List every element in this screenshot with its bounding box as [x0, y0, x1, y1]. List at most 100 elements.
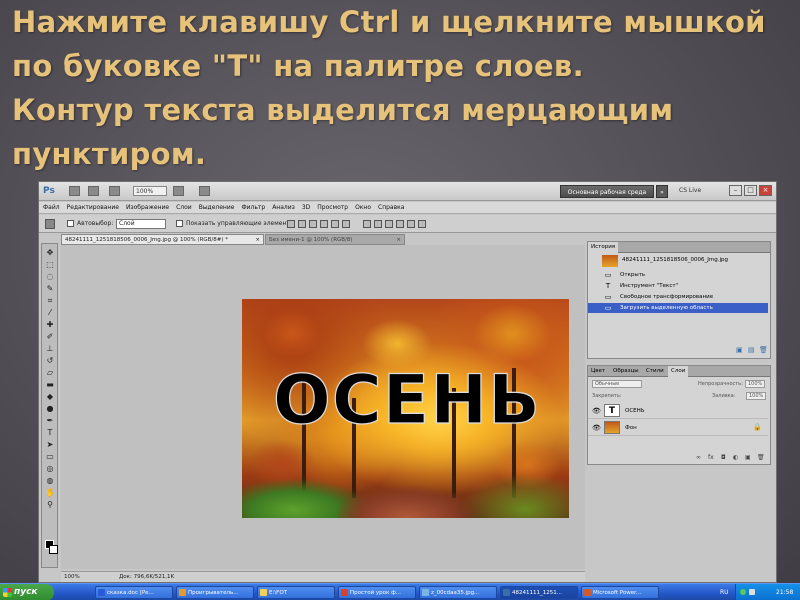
menu-analysis[interactable]: Анализ	[272, 204, 295, 211]
type-tool-icon[interactable]: T	[45, 428, 55, 437]
language-indicator[interactable]: RU	[720, 584, 729, 600]
blend-mode-select[interactable]: Обычные	[592, 380, 642, 388]
start-button[interactable]: пуск	[0, 584, 54, 600]
network-icon[interactable]	[740, 589, 746, 595]
tab-layers[interactable]: Слои	[668, 366, 689, 377]
zoom-select[interactable]: 100%	[133, 186, 167, 196]
autoselect-select[interactable]: Слой	[116, 219, 166, 229]
hand-tool-icon[interactable]: ✋	[45, 488, 55, 497]
layer-mask-icon[interactable]: ◘	[721, 454, 726, 461]
eyedropper-tool-icon[interactable]: ⁄	[45, 308, 55, 317]
dodge-tool-icon[interactable]: ●	[45, 404, 55, 413]
blur-tool-icon[interactable]: ◆	[45, 392, 55, 401]
history-snapshot[interactable]: 48241111_1251818506_0006_Jmg.jpg	[588, 254, 768, 268]
maximize-icon[interactable]: □	[744, 185, 757, 196]
arrange-documents-icon[interactable]	[173, 186, 184, 196]
menu-select[interactable]: Выделение	[199, 204, 235, 211]
tab-swatches[interactable]: Образцы	[610, 366, 642, 377]
history-brush-tool-icon[interactable]: ↺	[45, 356, 55, 365]
tab-styles[interactable]: Стили	[643, 366, 667, 377]
distribute-hcenter-icon[interactable]	[407, 220, 415, 228]
mini-bridge-icon[interactable]	[88, 186, 99, 196]
eye-icon[interactable]: 👁	[592, 407, 601, 415]
healing-brush-tool-icon[interactable]: ✚	[45, 320, 55, 329]
menu-help[interactable]: Справка	[378, 204, 404, 211]
3d-orbit-tool-icon[interactable]: ◍	[45, 476, 55, 485]
cs-live-button[interactable]: CS Live	[679, 187, 701, 194]
history-item[interactable]: T Инструмент "Текст"	[588, 281, 768, 291]
path-select-tool-icon[interactable]: ➤	[45, 440, 55, 449]
menu-3d[interactable]: 3D	[302, 204, 310, 211]
align-bottom-icon[interactable]	[309, 220, 317, 228]
marquee-tool-icon[interactable]: ⬚	[45, 260, 55, 269]
tab-document-active[interactable]: 48241111_1251818506_0006_Jmg.jpg @ 100% …	[61, 234, 264, 245]
menu-image[interactable]: Изображение	[126, 204, 169, 211]
layer-style-icon[interactable]: fx	[708, 454, 714, 461]
history-item[interactable]: ▭ Открыть	[588, 270, 768, 280]
align-top-icon[interactable]	[287, 220, 295, 228]
taskbar-item[interactable]: Проигрыватель...	[176, 586, 254, 599]
align-right-icon[interactable]	[342, 220, 350, 228]
clone-stamp-tool-icon[interactable]: ⊥	[45, 344, 55, 353]
menu-layers[interactable]: Слои	[176, 204, 192, 211]
adjustment-layer-icon[interactable]: ◐	[733, 454, 738, 461]
autoselect-checkbox[interactable]	[67, 220, 74, 227]
align-hcenter-icon[interactable]	[331, 220, 339, 228]
taskbar-item-active[interactable]: 48241111_1251...	[500, 586, 578, 599]
eraser-tool-icon[interactable]: ▱	[45, 368, 55, 377]
background-color-swatch[interactable]	[49, 545, 58, 554]
layer-row-text[interactable]: 👁 T ОСЕНЬ	[588, 403, 768, 419]
menu-view[interactable]: Просмотр	[317, 204, 348, 211]
quick-select-tool-icon[interactable]: ✎	[45, 284, 55, 293]
bridge-icon[interactable]	[69, 186, 80, 196]
align-vcenter-icon[interactable]	[298, 220, 306, 228]
trash-icon[interactable]: 🗑	[759, 346, 768, 354]
tab-color[interactable]: Цвет	[588, 366, 608, 377]
fill-field[interactable]: 100%	[746, 392, 766, 400]
volume-icon[interactable]	[749, 589, 755, 595]
zoom-tool-icon[interactable]: ⚲	[45, 500, 55, 509]
taskbar-item[interactable]: E:\FOT	[257, 586, 335, 599]
screen-mode-icon[interactable]	[199, 186, 210, 196]
close-icon[interactable]: ×	[759, 185, 772, 196]
crop-tool-icon[interactable]: ⌗	[45, 296, 55, 305]
menu-edit[interactable]: Редактирование	[67, 204, 119, 211]
opacity-field[interactable]: 100%	[745, 380, 765, 388]
menu-filter[interactable]: Фильтр	[241, 204, 265, 211]
trash-icon[interactable]: 🗑	[757, 454, 765, 461]
taskbar-item[interactable]: Microsoft Power...	[581, 586, 659, 599]
history-item-selected[interactable]: ▭ Загрузить выделенную область	[588, 303, 768, 313]
workspace-button[interactable]: Основная рабочая среда	[560, 185, 654, 198]
move-tool-icon[interactable]: ✥	[45, 248, 55, 257]
tab-document-inactive[interactable]: Без имени-1 @ 100% (RGB/8) ×	[265, 234, 405, 245]
tab-history[interactable]: История	[588, 242, 619, 253]
menu-window[interactable]: Окно	[355, 204, 371, 211]
move-tool-preset-icon[interactable]	[45, 219, 55, 229]
taskbar-item[interactable]: z_00cdaa35.jpg...	[419, 586, 497, 599]
distribute-left-icon[interactable]	[396, 220, 404, 228]
eye-icon[interactable]: 👁	[592, 424, 601, 432]
workspace-more-icon[interactable]: »	[656, 185, 668, 198]
new-snapshot-icon[interactable]: ▣	[736, 346, 743, 354]
text-layer-thumbnail-icon[interactable]: T	[604, 404, 620, 417]
taskbar-item[interactable]: сказка.doc [Ре...	[95, 586, 173, 599]
gradient-tool-icon[interactable]: ▬	[45, 380, 55, 389]
canvas-area[interactable]: ОСЕНЬ	[61, 245, 585, 569]
distribute-top-icon[interactable]	[363, 220, 371, 228]
status-zoom[interactable]: 100%	[64, 572, 80, 583]
new-layer-icon[interactable]: ▣	[745, 454, 751, 461]
distribute-right-icon[interactable]	[418, 220, 426, 228]
new-document-icon[interactable]: ▤	[748, 346, 755, 354]
history-item[interactable]: ▭ Свободное трансформирование	[588, 292, 768, 302]
pen-tool-icon[interactable]: ✒	[45, 416, 55, 425]
menu-file[interactable]: Файл	[43, 204, 60, 211]
align-left-icon[interactable]	[320, 220, 328, 228]
distribute-bottom-icon[interactable]	[385, 220, 393, 228]
show-controls-checkbox[interactable]	[176, 220, 183, 227]
taskbar-item[interactable]: Простой урок ф...	[338, 586, 416, 599]
layer-row-background[interactable]: 👁 Фон 🔒	[588, 420, 768, 436]
3d-rotate-tool-icon[interactable]: ◎	[45, 464, 55, 473]
brush-tool-icon[interactable]: ✐	[45, 332, 55, 341]
view-extras-icon[interactable]	[109, 186, 120, 196]
minimize-icon[interactable]: –	[729, 185, 742, 196]
